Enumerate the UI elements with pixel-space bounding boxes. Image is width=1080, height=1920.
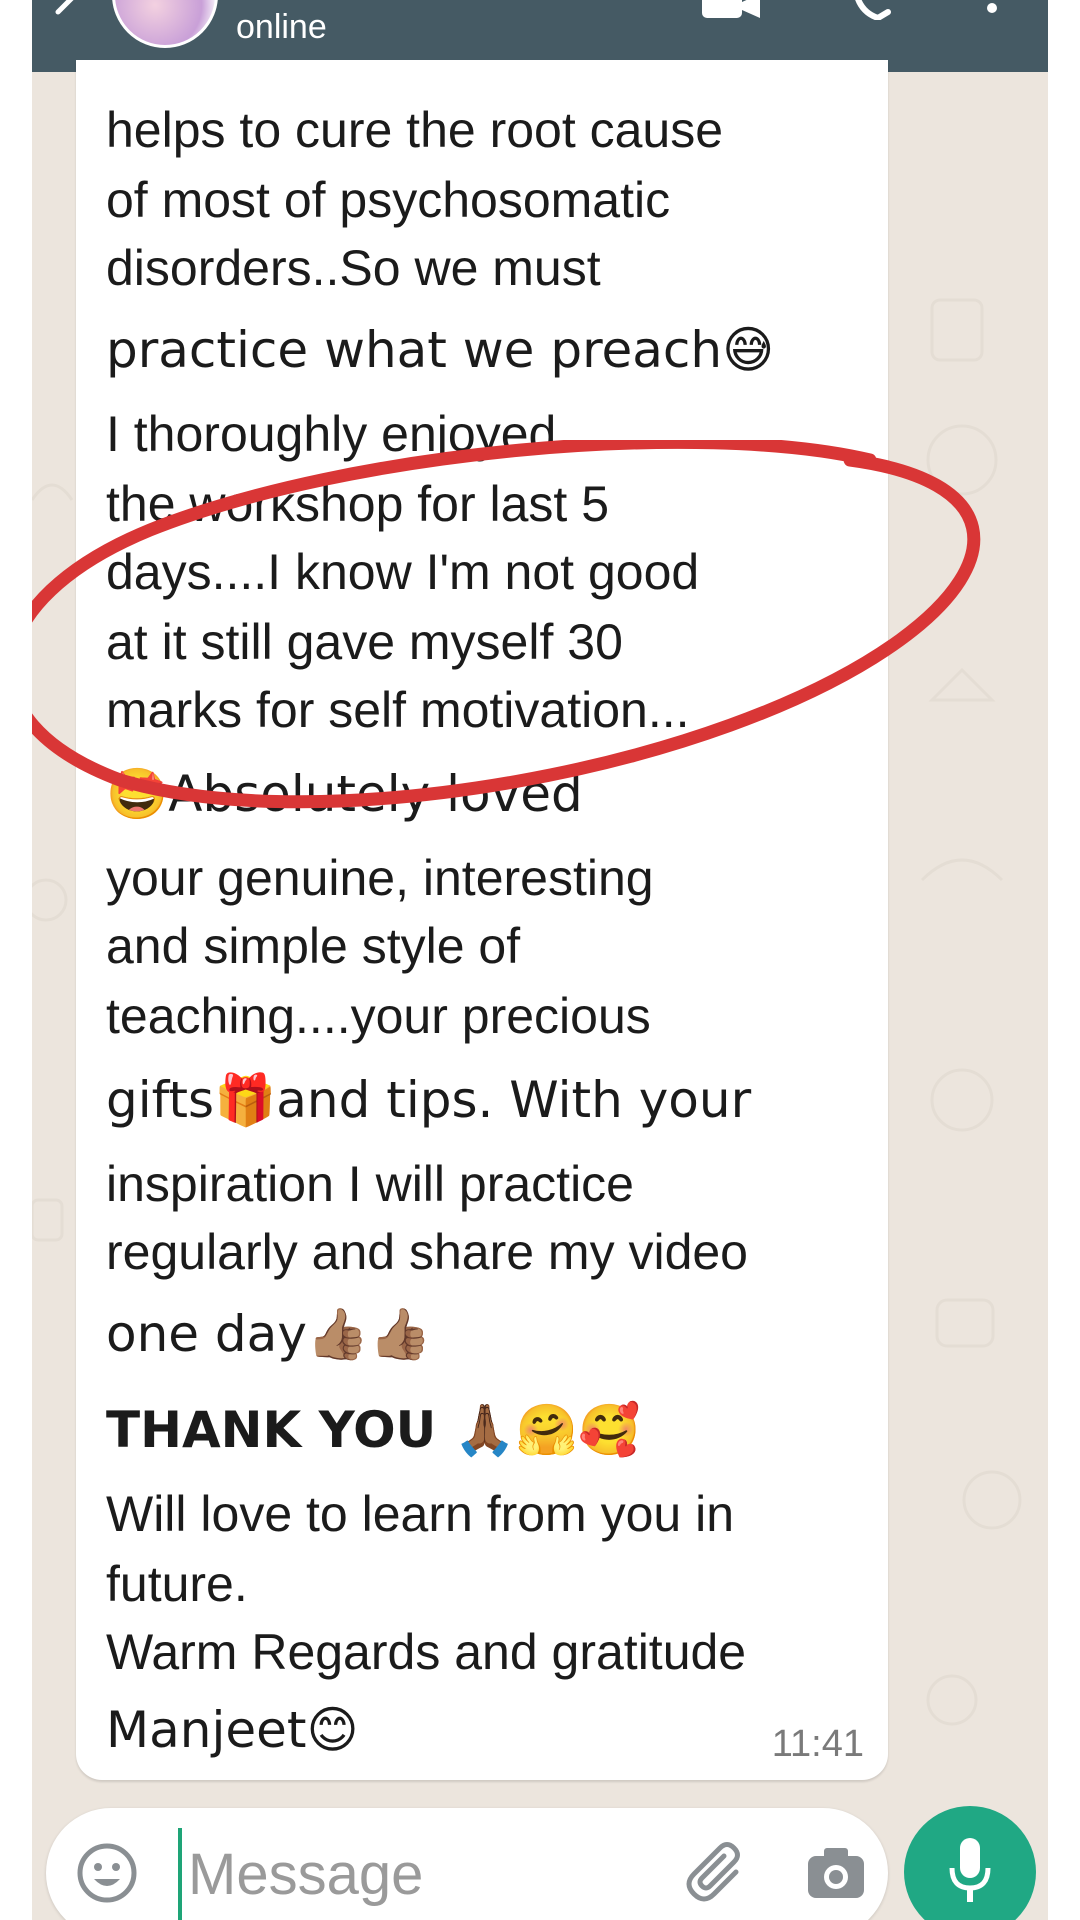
message-line: teaching....your precious <box>106 988 651 1044</box>
message-line: days....I know I'm not good <box>106 544 700 600</box>
message-line: future. <box>106 1556 248 1612</box>
emoji-icon[interactable] <box>76 1842 138 1904</box>
message-line: at it still gave myself 30 <box>106 614 623 670</box>
message-line: Will love to learn from you in <box>106 1486 735 1542</box>
message-line: of most of psychosomatic <box>106 172 671 228</box>
message-line: 🤩Absolutely loved <box>106 765 583 823</box>
message-input[interactable] <box>178 1828 710 1920</box>
more-options-icon[interactable] <box>982 0 1002 20</box>
contact-status: online <box>236 8 327 46</box>
message-bubble[interactable]: helps to cure the root cause of most of … <box>76 60 888 1780</box>
message-line: disorders..So we must <box>106 240 601 296</box>
message-line: your genuine, interesting <box>106 850 654 906</box>
message-line: Warm Regards and gratitude <box>106 1624 747 1680</box>
message-line: practice what we preach😅 <box>106 321 775 379</box>
message-composer <box>46 1808 888 1920</box>
message-line: Manjeet😊 <box>106 1701 359 1759</box>
voice-call-icon[interactable] <box>852 0 898 20</box>
message-line: inspiration I will practice <box>106 1156 634 1212</box>
attach-icon[interactable] <box>686 1842 752 1908</box>
chat-screen: online helps to cure the root cause of m… <box>32 0 1048 1920</box>
contact-avatar[interactable] <box>112 0 218 48</box>
message-time: 11:41 <box>771 1723 864 1765</box>
message-line: helps to cure the root cause <box>106 102 724 158</box>
video-call-icon[interactable] <box>702 0 762 20</box>
message-line: marks for self motivation... <box>106 682 690 738</box>
message-line: I thoroughly enjoyed <box>106 406 557 462</box>
message-line: regularly and share my video <box>106 1224 748 1280</box>
back-arrow-icon[interactable] <box>46 0 86 32</box>
message-line: and simple style of <box>106 918 521 974</box>
message-line: THANK YOU 🙏🏾🤗🥰 <box>106 1401 641 1459</box>
message-line: one day👍🏽👍🏽 <box>106 1305 432 1363</box>
microphone-icon <box>949 1838 991 1902</box>
message-line: gifts🎁and tips. With your <box>106 1071 752 1129</box>
camera-icon[interactable] <box>806 1846 866 1900</box>
message-line: the workshop for last 5 <box>106 476 610 532</box>
